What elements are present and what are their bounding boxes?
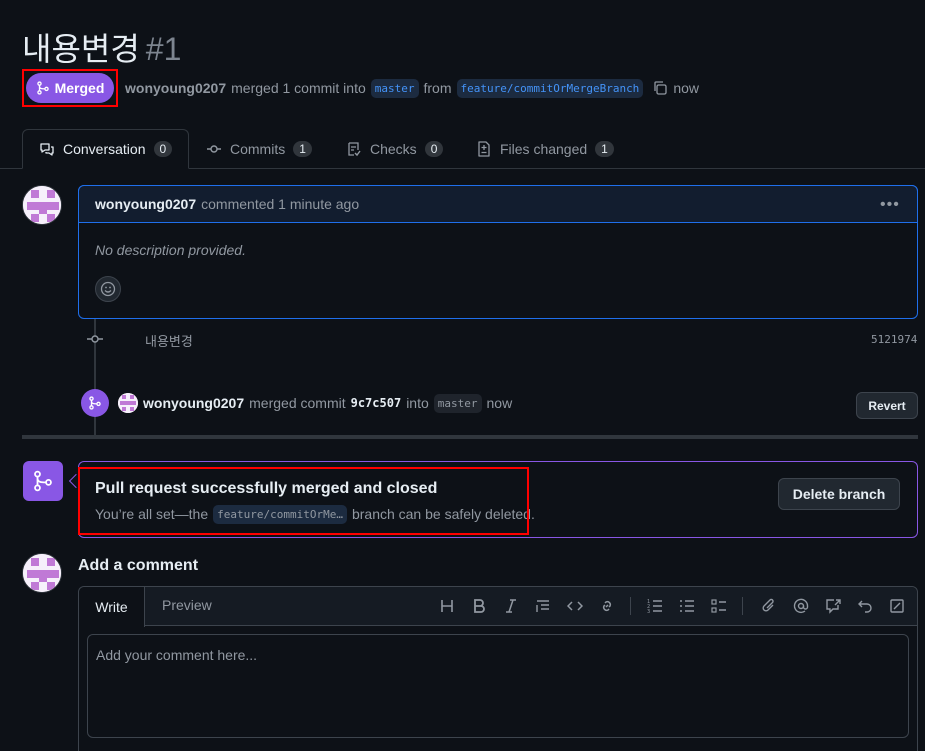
pr-number: #1 — [145, 31, 182, 67]
ordered-list-icon[interactable]: 123 — [646, 597, 664, 615]
tab-files-changed[interactable]: Files changed 1 — [476, 129, 614, 169]
highlight-box-merged — [22, 69, 118, 107]
file-diff-icon — [476, 141, 492, 157]
attach-icon[interactable] — [760, 597, 778, 615]
pr-merged-text: merged 1 commit into — [231, 80, 366, 96]
comment-timestamp: commented 1 minute ago — [201, 196, 360, 212]
tab-count: 1 — [293, 141, 312, 157]
merge-event: wonyoung0207 merged commit 9c7c507 into … — [118, 392, 512, 414]
avatar[interactable] — [22, 553, 62, 593]
comment-header: wonyoung0207 commented 1 minute ago — [78, 185, 918, 223]
pr-from-text: from — [423, 80, 452, 96]
delete-branch-button[interactable]: Delete branch — [778, 478, 900, 510]
pr-title: 내용변경 — [22, 31, 140, 67]
commit-sha-link[interactable]: 5121974 — [871, 333, 917, 346]
toolbar-divider — [630, 597, 631, 615]
undo-icon[interactable] — [856, 597, 874, 615]
commit-icon — [86, 331, 104, 347]
fullscreen-icon[interactable] — [888, 597, 906, 615]
link-icon[interactable] — [598, 597, 616, 615]
tab-count: 0 — [153, 141, 173, 157]
heading-icon[interactable] — [438, 597, 456, 615]
toolbar-divider — [742, 597, 743, 615]
code-icon[interactable] — [566, 597, 584, 615]
add-reaction-button[interactable] — [95, 276, 121, 302]
merge-status-icon-box — [23, 461, 63, 501]
comment-author[interactable]: wonyoung0207 — [95, 196, 196, 212]
merge-time: now — [486, 395, 513, 411]
merge-author[interactable]: wonyoung0207 — [143, 395, 244, 411]
tab-label: Checks — [370, 141, 417, 157]
quote-icon[interactable] — [534, 597, 552, 615]
tab-checks[interactable]: Checks 0 — [346, 129, 444, 169]
commit-message-link[interactable]: 내용변경 — [145, 331, 193, 350]
pr-time: now — [673, 80, 699, 96]
tab-label: Commits — [230, 141, 286, 157]
merge-into-text: into — [406, 395, 429, 411]
copy-icon[interactable] — [652, 80, 668, 96]
page-title: 내용변경 #1 — [22, 24, 181, 70]
comment-body: No description provided. — [95, 242, 246, 258]
kebab-menu-icon[interactable]: ••• — [880, 196, 900, 214]
reference-icon[interactable] — [824, 597, 842, 615]
timeline-divider — [22, 435, 918, 439]
tab-count: 1 — [595, 141, 614, 157]
head-branch-link[interactable]: feature/commitOrMergeBranch — [456, 78, 644, 98]
commit-icon — [206, 141, 222, 157]
add-comment-heading: Add a comment — [78, 557, 199, 574]
italic-icon[interactable] — [502, 597, 520, 615]
unordered-list-icon[interactable] — [678, 597, 696, 615]
bold-icon[interactable] — [470, 597, 488, 615]
checklist-icon — [346, 141, 362, 157]
highlight-box-merge-status — [78, 467, 529, 535]
merge-icon — [88, 396, 102, 410]
tab-label: Conversation — [63, 141, 146, 157]
tab-commits[interactable]: Commits 1 — [206, 129, 312, 169]
merge-event-badge — [81, 389, 109, 417]
conversation-icon — [39, 141, 55, 157]
task-list-icon[interactable] — [710, 597, 728, 615]
base-branch-link[interactable]: master — [370, 78, 419, 98]
merge-branch-label[interactable]: master — [433, 393, 482, 413]
pr-meta: wonyoung0207 merged 1 commit into master… — [125, 76, 699, 100]
tab-conversation[interactable]: Conversation 0 — [22, 129, 189, 169]
avatar[interactable] — [22, 185, 62, 225]
svg-text:3: 3 — [647, 609, 650, 614]
pr-author-link[interactable]: wonyoung0207 — [125, 80, 226, 96]
merge-sha-link[interactable]: 9c7c507 — [351, 396, 402, 410]
tab-write[interactable]: Write — [79, 587, 145, 627]
comment-input[interactable] — [87, 634, 909, 738]
merge-text: merged commit — [249, 395, 346, 411]
mention-icon[interactable] — [792, 597, 810, 615]
avatar[interactable] — [118, 393, 138, 413]
tab-label: Files changed — [500, 141, 588, 157]
tab-count: 0 — [424, 141, 444, 157]
merge-icon — [32, 470, 54, 492]
revert-button[interactable]: Revert — [856, 392, 918, 419]
smiley-icon — [100, 281, 116, 297]
tab-preview[interactable]: Preview — [162, 597, 212, 613]
